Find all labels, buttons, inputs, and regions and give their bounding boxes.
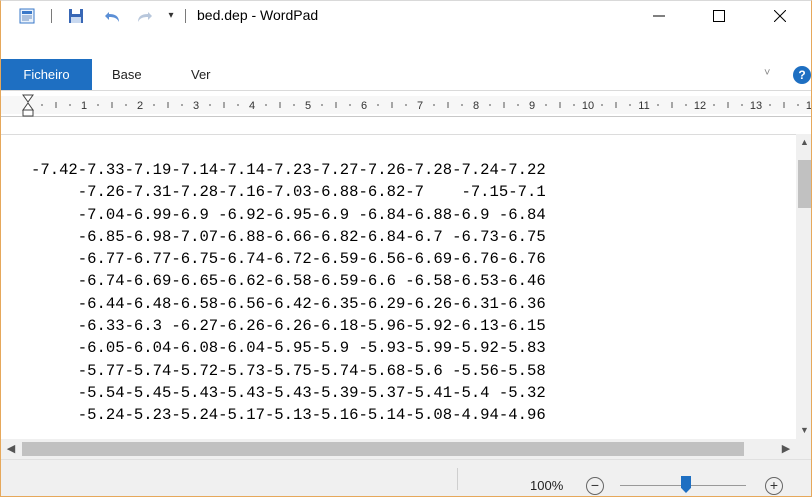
vertical-scrollbar[interactable]: ▲ ▼: [796, 134, 811, 439]
ruler-number: 5: [305, 100, 311, 112]
ruler-number: 14: [806, 100, 811, 112]
ruler-number: 9: [529, 100, 535, 112]
horizontal-scrollbar[interactable]: ◀ ▶: [1, 439, 796, 459]
document-area[interactable]: -7.42-7.33-7.19-7.14-7.14-7.23-7.27-7.26…: [1, 134, 796, 440]
ruler-number: 3: [193, 100, 199, 112]
customize-dropdown-icon[interactable]: ▾: [166, 10, 176, 22]
document-line: -7.26-7.31-7.28-7.16-7.03-6.88-6.82-7 -7…: [31, 183, 546, 202]
ruler-number: 12: [694, 100, 706, 112]
document-line: -5.54-5.45-5.43-5.43-5.43-5.39-5.37-5.41…: [31, 383, 546, 402]
document-line: -5.77-5.74-5.72-5.73-5.75-5.74-5.68-5.6 …: [31, 361, 546, 380]
document-line: -5.24-5.23-5.24-5.17-5.13-5.16-5.14-5.08…: [31, 406, 546, 425]
ruler-number: 13: [750, 100, 762, 112]
ruler-strip: 1234567891011121314: [1, 93, 811, 117]
scroll-corner: [796, 439, 811, 459]
scroll-up-icon[interactable]: ▲: [796, 134, 811, 151]
document-line: -7.04-6.99-6.9 -6.92-6.95-6.9 -6.84-6.88…: [31, 205, 546, 224]
document-line: -6.33-6.3 -6.27-6.26-6.26-6.18-5.96-5.92…: [31, 317, 546, 336]
title-separator: [185, 9, 186, 23]
ruler-number: 8: [473, 100, 479, 112]
status-bar: 100% − +: [1, 459, 811, 496]
ribbon-collapse-icon[interactable]: ˅: [764, 67, 770, 79]
scroll-left-icon[interactable]: ◀: [1, 439, 21, 459]
wordpad-window: ▾ bed.dep - WordPad Ficheiro Base Ver ˅ …: [0, 0, 812, 497]
ruler-number: 2: [137, 100, 143, 112]
tab-ficheiro[interactable]: Ficheiro: [1, 59, 92, 90]
zoom-level: 100%: [530, 478, 564, 493]
document-line: -6.44-6.48-6.58-6.56-6.42-6.35-6.29-6.26…: [31, 294, 546, 313]
window-title: bed.dep - WordPad: [197, 7, 319, 23]
close-button[interactable]: [757, 1, 803, 31]
left-indent-marker-icon[interactable]: [22, 109, 34, 117]
scroll-down-icon[interactable]: ▼: [796, 422, 811, 439]
ruler-number: 1: [81, 100, 87, 112]
maximize-button[interactable]: [696, 1, 742, 31]
tab-base[interactable]: Base: [104, 59, 150, 90]
redo-icon[interactable]: [135, 8, 153, 24]
ruler-number: 10: [582, 100, 594, 112]
ruler-number: 6: [361, 100, 367, 112]
document-line: -6.05-6.04-6.08-6.04-5.95-5.9 -5.93-5.99…: [31, 339, 546, 358]
minimize-button[interactable]: [636, 1, 682, 31]
tab-ver[interactable]: Ver: [183, 59, 219, 90]
zoom-slider-thumb[interactable]: [681, 476, 691, 493]
ribbon-tabs: Ficheiro Base Ver ˅ ?: [1, 59, 811, 91]
help-icon[interactable]: ?: [793, 66, 811, 84]
undo-icon[interactable]: [104, 8, 122, 24]
ruler-scale[interactable]: 1234567891011121314: [1, 93, 811, 117]
document-line: -7.42-7.33-7.19-7.14-7.14-7.23-7.27-7.26…: [31, 161, 546, 179]
document-line: -6.85-6.98-7.07-6.88-6.66-6.82-6.84-6.7 …: [31, 227, 546, 246]
ruler: 1234567891011121314: [1, 93, 811, 133]
horizontal-scroll-thumb[interactable]: [22, 442, 744, 456]
zoom-in-button[interactable]: +: [765, 477, 783, 495]
document-line: -6.74-6.69-6.65-6.62-6.58-6.59-6.6 -6.58…: [31, 272, 546, 291]
save-icon[interactable]: [68, 8, 84, 24]
scroll-right-icon[interactable]: ▶: [776, 439, 796, 459]
wordpad-app-icon[interactable]: [19, 8, 35, 24]
ruler-number: 4: [249, 100, 255, 112]
vertical-scroll-thumb[interactable]: [798, 160, 811, 208]
title-separator: [51, 9, 52, 23]
ruler-number: 7: [417, 100, 423, 112]
zoom-out-button[interactable]: −: [586, 477, 604, 495]
document-line: -6.77-6.77-6.75-6.74-6.72-6.59-6.56-6.69…: [31, 250, 546, 269]
ruler-number: 11: [638, 100, 649, 112]
title-bar: ▾ bed.dep - WordPad: [1, 1, 811, 31]
document-text: -7.42-7.33-7.19-7.14-7.14-7.23-7.27-7.26…: [31, 159, 546, 427]
